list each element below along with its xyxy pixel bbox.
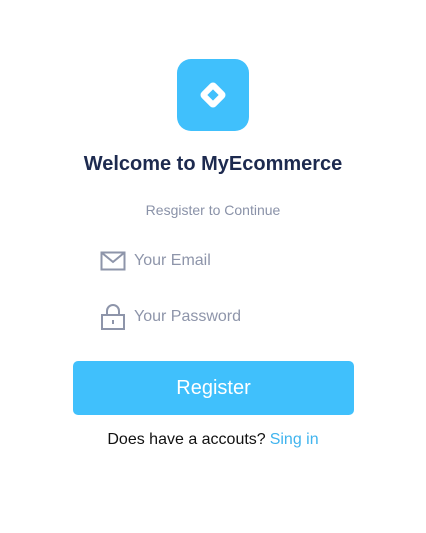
email-field-row <box>100 246 350 276</box>
lock-icon <box>100 302 126 332</box>
diamond-logo-icon <box>200 82 226 108</box>
password-input[interactable] <box>134 308 344 326</box>
signin-prompt-row: Does have a accouts? Sing in <box>0 430 426 450</box>
envelope-icon <box>100 246 126 276</box>
app-logo <box>177 59 249 131</box>
register-button[interactable]: Register <box>73 361 354 415</box>
signin-prompt-text: Does have a accouts? <box>107 431 266 448</box>
page-subtitle: Resgister to Continue <box>145 202 281 218</box>
password-field-row <box>100 302 350 332</box>
signin-link[interactable]: Sing in <box>270 431 319 448</box>
email-input[interactable] <box>134 252 344 270</box>
page-title: Welcome to MyEcommerce <box>83 153 343 175</box>
